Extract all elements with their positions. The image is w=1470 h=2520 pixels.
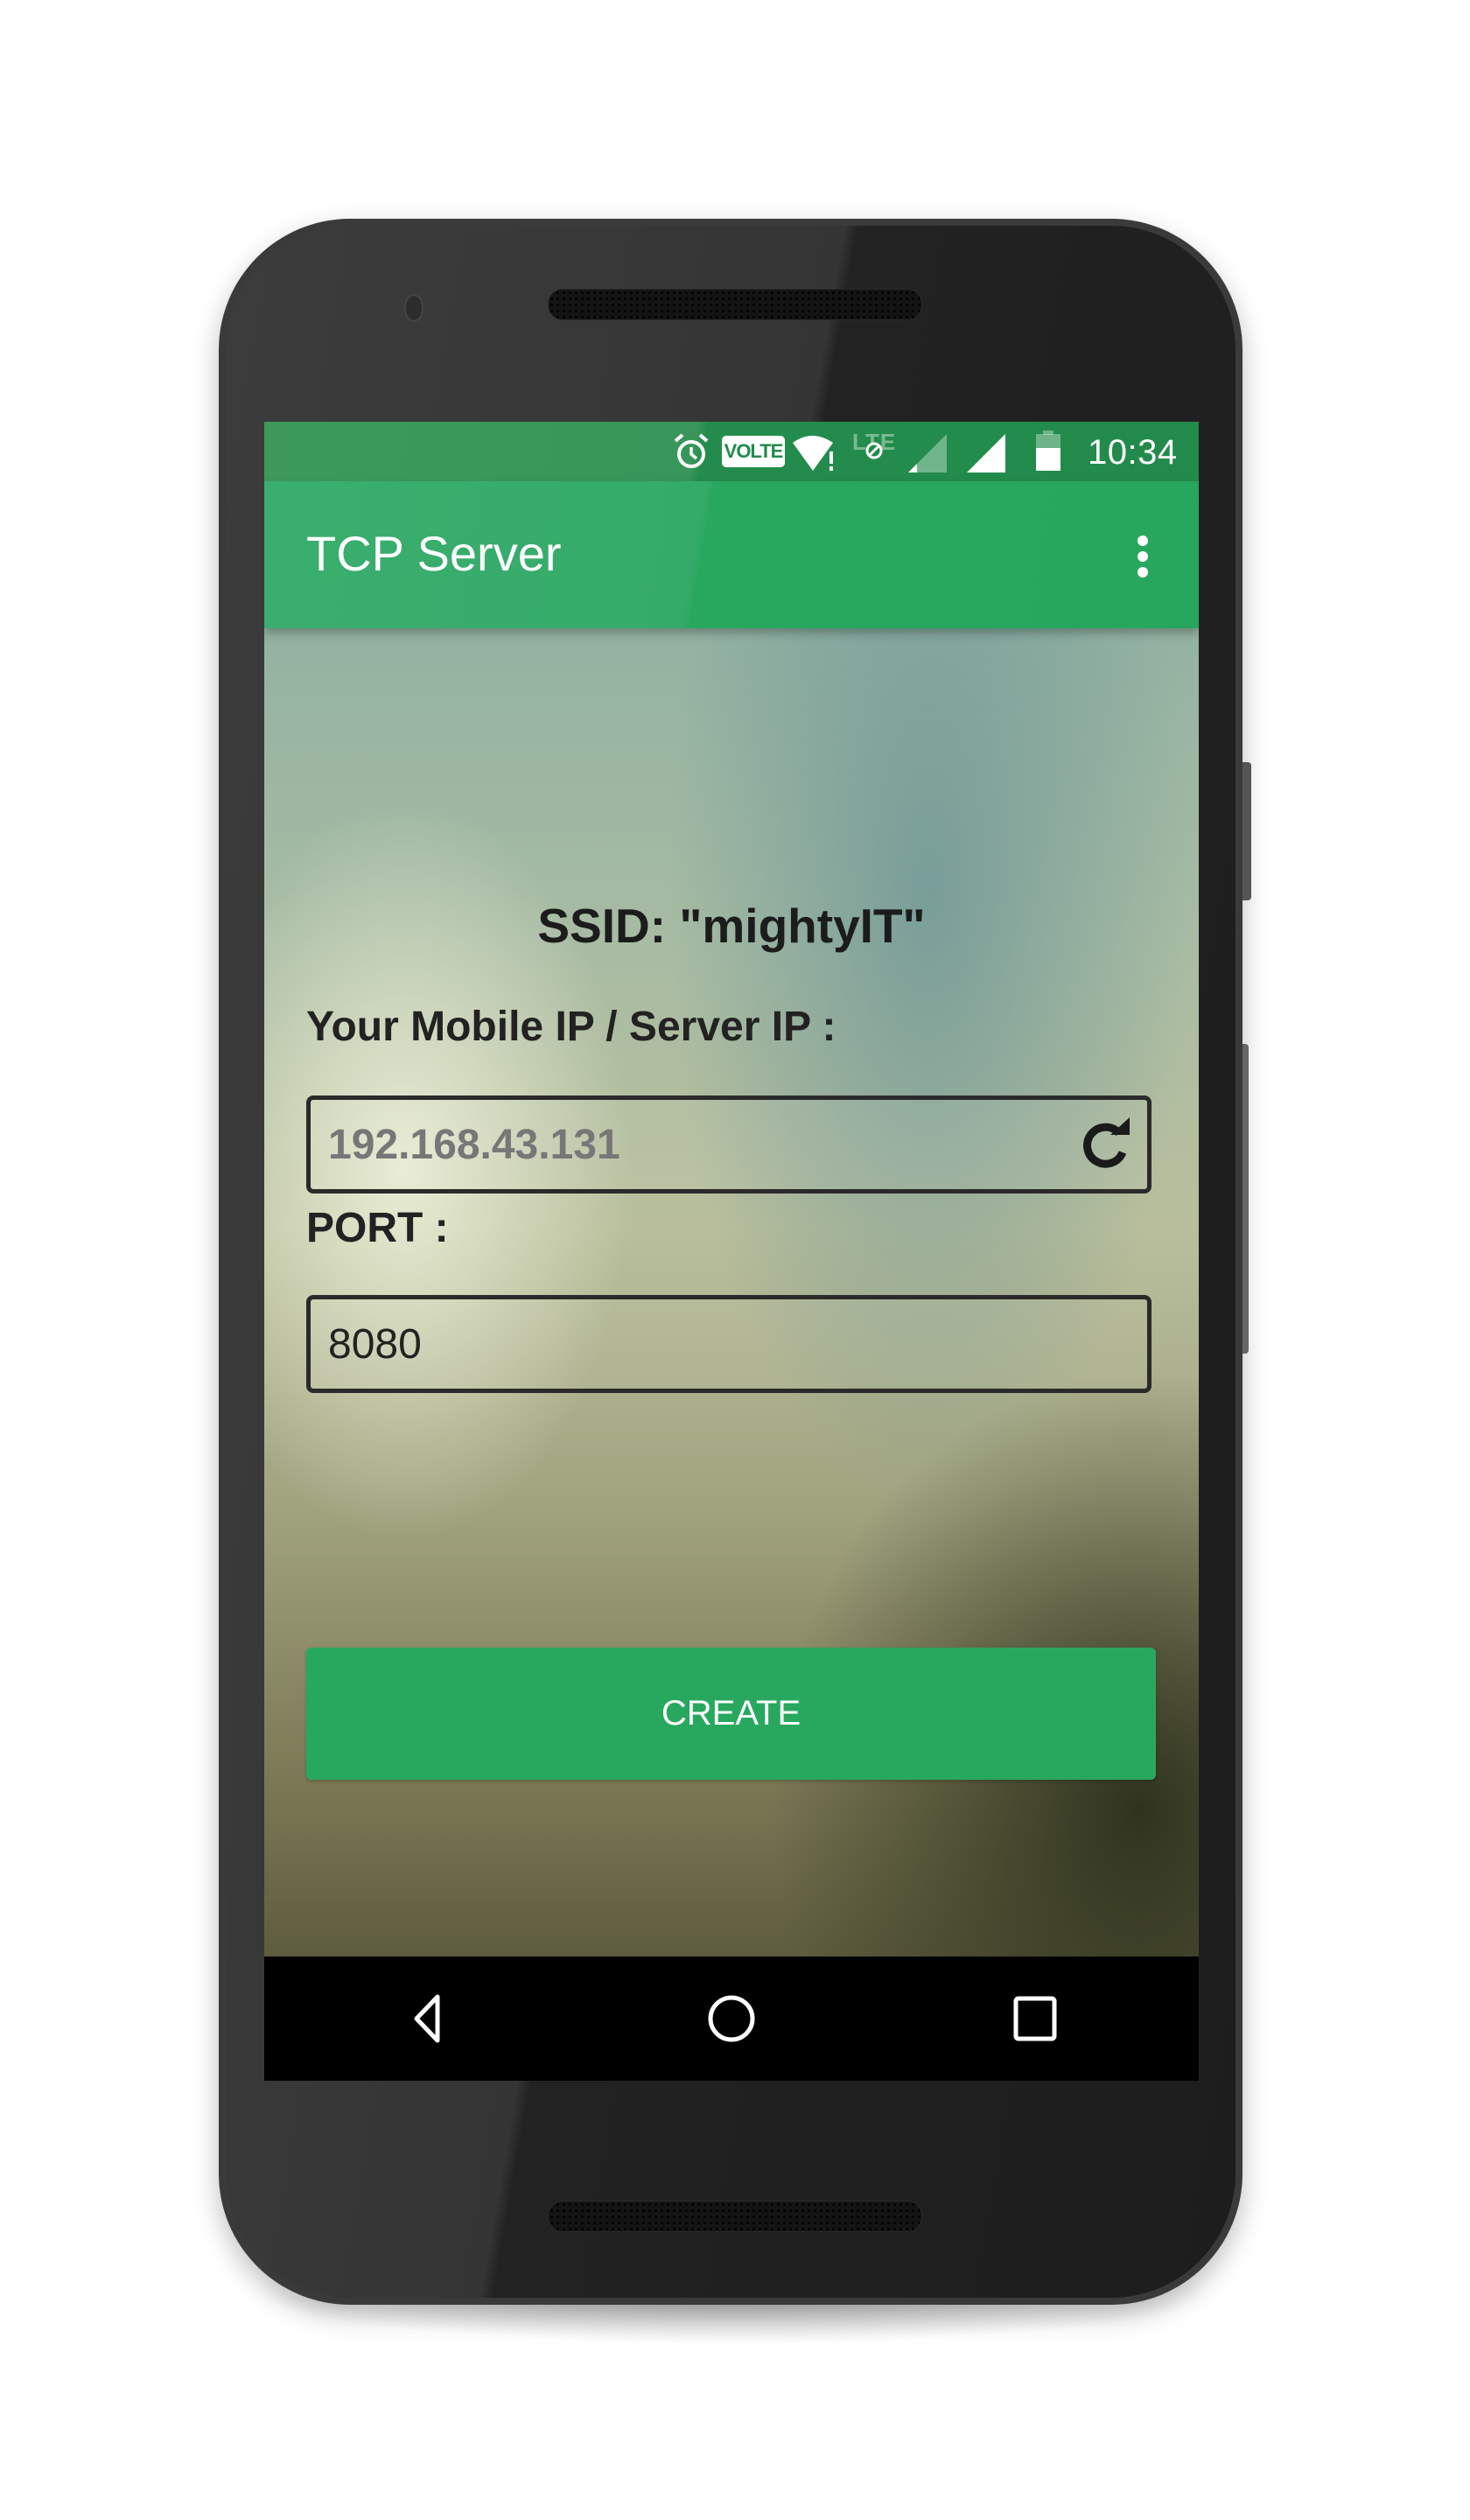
recents-icon[interactable] <box>1004 1988 1066 2049</box>
back-icon[interactable] <box>397 1988 458 2049</box>
ip-field <box>306 1096 1152 1194</box>
app-title: TCP Server <box>306 526 562 581</box>
overflow-menu-icon-dot <box>1138 551 1148 562</box>
lte-disabled-icon: LTE <box>852 429 905 464</box>
overflow-menu-icon-dot <box>1138 567 1148 578</box>
battery-icon <box>1036 430 1060 471</box>
alarm-icon <box>674 433 709 468</box>
refresh-icon[interactable] <box>1075 1116 1137 1177</box>
app-toolbar: TCP Server <box>264 481 1199 628</box>
port-field <box>306 1295 1152 1393</box>
status-bar: VOLTE LTE 10:34 <box>264 422 1199 481</box>
port-input[interactable] <box>328 1299 1046 1389</box>
clock-time: 10:34 <box>1088 433 1178 472</box>
home-icon[interactable] <box>701 1988 762 2049</box>
signal-sim1-icon <box>908 434 947 472</box>
power-button <box>1242 762 1251 900</box>
ssid-text: SSID: "mightyIT" <box>537 899 926 953</box>
ip-label: Your Mobile IP / Server IP : <box>306 1004 836 1050</box>
bottom-speaker <box>548 2201 922 2232</box>
overflow-menu-icon <box>1138 536 1148 546</box>
volte-icon: VOLTE <box>722 436 785 467</box>
create-button[interactable]: CREATE <box>306 1648 1156 1780</box>
overflow-menu-button[interactable] <box>1125 516 1160 593</box>
navigation-bar <box>264 1956 1199 2081</box>
volte-label: VOLTE <box>724 440 784 462</box>
port-label: PORT : <box>306 1205 449 1251</box>
front-camera <box>404 294 424 322</box>
volume-button <box>1242 1044 1249 1354</box>
signal-sim2-icon <box>967 434 1005 472</box>
ip-input[interactable] <box>328 1100 1046 1189</box>
wifi-no-internet-icon <box>793 436 833 471</box>
main-content: SSID: "mightyIT" Your Mobile IP / Server… <box>264 628 1199 1956</box>
device-screen: VOLTE LTE 10:34 TCP Server SSID: "mighty… <box>264 422 1199 2081</box>
earpiece-speaker <box>548 289 922 320</box>
